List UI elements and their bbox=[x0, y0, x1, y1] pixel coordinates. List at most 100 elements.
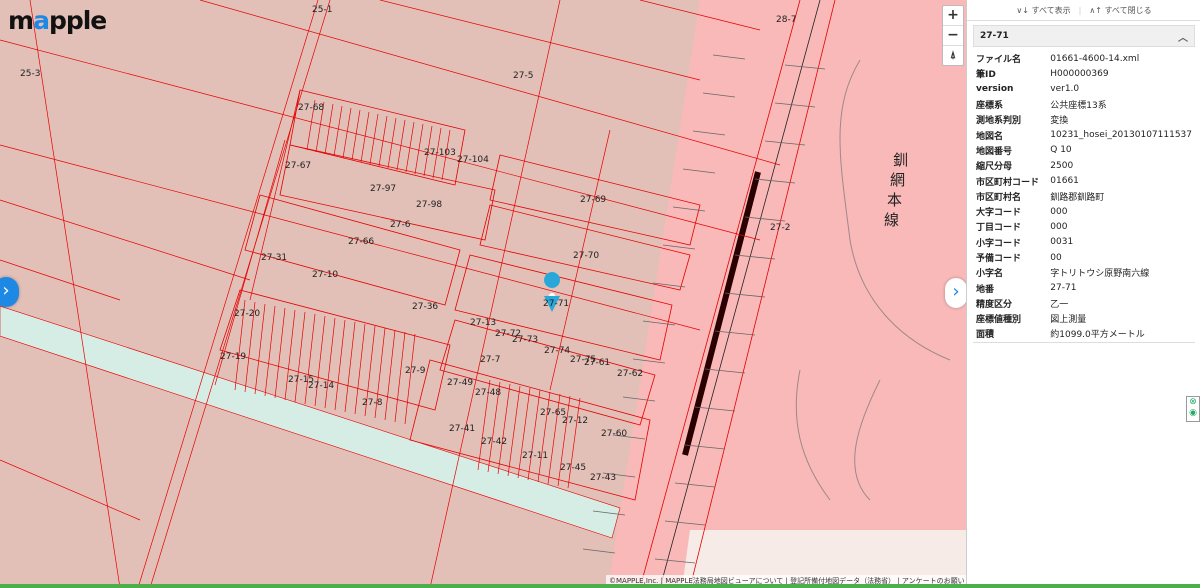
railway-zone bbox=[608, 0, 966, 588]
parcel-label[interactable]: 27-8 bbox=[362, 398, 383, 408]
parcel-label[interactable]: 27-6 bbox=[390, 220, 411, 230]
attribute-key: 小字名 bbox=[976, 269, 1004, 280]
attribute-value: 01661-4600-14.xml bbox=[1050, 53, 1140, 64]
parcel-label[interactable]: 27-14 bbox=[308, 381, 334, 391]
parcel-label[interactable]: 27-9 bbox=[405, 366, 426, 376]
attribute-row: 縮尺分母 2500 bbox=[973, 158, 1195, 173]
attribute-row: 丁目コード 000 bbox=[973, 219, 1195, 234]
parcel-label[interactable]: 27-61 bbox=[584, 358, 610, 368]
parcel-label[interactable]: 27-41 bbox=[449, 424, 475, 434]
target-icon[interactable]: ◉ bbox=[1187, 408, 1199, 419]
parcel-label[interactable]: 27-49 bbox=[447, 378, 473, 388]
attribute-row: 大字コード 000 bbox=[973, 204, 1195, 219]
parcel-section-header[interactable]: 27-71 ︿ bbox=[973, 25, 1195, 47]
zoom-control: + − ⍋ bbox=[942, 5, 964, 66]
attribute-key: 地図番号 bbox=[976, 146, 1013, 157]
attribute-row: 市区町村コード 01661 bbox=[973, 173, 1195, 188]
attribute-key: 地番 bbox=[976, 284, 995, 295]
parcel-label[interactable]: 25-1 bbox=[312, 5, 332, 15]
parcel-label[interactable]: 27-10 bbox=[312, 270, 338, 280]
attribute-value: 10231_hosei_20130107111537 bbox=[1050, 130, 1192, 141]
attribute-row: 地図番号 Q 10 bbox=[973, 143, 1195, 158]
zoom-out-button[interactable]: − bbox=[943, 26, 963, 46]
attribute-key: 小字コード bbox=[976, 238, 1022, 249]
attribute-value: Q 10 bbox=[1050, 145, 1072, 156]
parcel-label[interactable]: 27-2 bbox=[770, 223, 790, 233]
section-title: 27-71 bbox=[980, 31, 1009, 41]
close-icon[interactable]: ⊗ bbox=[1187, 397, 1199, 408]
attribute-key: version bbox=[976, 84, 1014, 95]
attribute-row: 筆ID H000000369 bbox=[973, 66, 1195, 81]
parcel-label[interactable]: 27-71 bbox=[543, 299, 569, 309]
parcel-label[interactable]: 27-42 bbox=[481, 437, 507, 447]
parcel-label[interactable]: 27-11 bbox=[522, 451, 548, 461]
attribute-key: 精度区分 bbox=[976, 299, 1013, 310]
parcel-label[interactable]: 27-67 bbox=[285, 161, 311, 171]
parcel-label[interactable]: 27-36 bbox=[412, 302, 438, 312]
parcel-label[interactable]: 25-3 bbox=[20, 69, 40, 79]
attribute-row: 予備コード 00 bbox=[973, 250, 1195, 265]
parcel-label[interactable]: 27-48 bbox=[475, 388, 501, 398]
parcel-label[interactable]: 27-62 bbox=[617, 369, 643, 379]
attribute-value: 図上測量 bbox=[1050, 315, 1087, 326]
parcel-label[interactable]: 27-68 bbox=[298, 103, 324, 113]
attribute-key: 縮尺分母 bbox=[976, 162, 1013, 173]
parcel-label[interactable]: 27-13 bbox=[470, 318, 496, 328]
parcel-label[interactable]: 27-20 bbox=[234, 309, 260, 319]
edge-controls[interactable]: ⊗ ◉ bbox=[1186, 396, 1200, 422]
parcel-label[interactable]: 27-43 bbox=[590, 473, 616, 483]
attribute-row: 面積 約1099.0平方メートル bbox=[973, 326, 1195, 342]
mapple-logo: mapple bbox=[8, 6, 107, 35]
attribute-row: 地図名 10231_hosei_20130107111537 bbox=[973, 127, 1195, 142]
info-panel: ∨↓ すべて表示 | ∧↑ すべて閉じる 27-71 ︿ ファイル名 01661-… bbox=[966, 0, 1200, 588]
attribute-row: 座標系 公共座標13系 bbox=[973, 97, 1195, 112]
attribute-row: 測地系判別 変換 bbox=[973, 112, 1195, 127]
attribute-value: H000000369 bbox=[1050, 68, 1109, 79]
attribute-value: 変換 bbox=[1050, 116, 1069, 127]
attribute-value: ver1.0 bbox=[1050, 84, 1080, 95]
attribute-value: 字トリトウシ原野南六線 bbox=[1050, 269, 1150, 280]
parcel-map-svg[interactable]: 25-1 25-3 27-5 28-7 27-68 27-10427-103 27-67 27… bbox=[0, 0, 966, 588]
right-panel-toggle-button[interactable]: › bbox=[945, 278, 966, 308]
parcel-label[interactable]: 27-104 bbox=[457, 155, 489, 165]
chevron-up-icon[interactable]: ︿ bbox=[1178, 29, 1188, 44]
parcel-label[interactable]: 27-7 bbox=[480, 355, 500, 365]
parcel-label[interactable]: 27-74 bbox=[544, 346, 570, 356]
attribute-value: 2500 bbox=[1050, 160, 1074, 171]
attribute-row: 小字コード 0031 bbox=[973, 235, 1195, 250]
attribute-key: 筆ID bbox=[976, 70, 996, 81]
attribute-key: 地図名 bbox=[976, 131, 1004, 142]
parcel-label[interactable]: 27-5 bbox=[513, 71, 533, 81]
parcel-label[interactable]: 27-70 bbox=[573, 251, 599, 261]
map-canvas[interactable]: 25-1 25-3 27-5 28-7 27-68 27-104 27-103 27-67 27… bbox=[0, 0, 966, 588]
parcel-label[interactable]: 27-103 bbox=[424, 148, 456, 158]
parcel-label[interactable]: 27-73 bbox=[512, 335, 538, 345]
parcel-label[interactable]: 27-60 bbox=[601, 429, 627, 439]
zoom-in-button[interactable]: + bbox=[943, 6, 963, 26]
attribute-key: 市区町村コード bbox=[976, 177, 1040, 188]
attribute-row: 地番 27-71 bbox=[973, 280, 1195, 295]
reset-north-button[interactable]: ⍋ bbox=[943, 46, 963, 65]
parcel-label[interactable]: 27-69 bbox=[580, 195, 606, 205]
attribute-row: ファイル名 01661-4600-14.xml bbox=[973, 51, 1195, 66]
parcel-label[interactable]: 27-97 bbox=[370, 184, 396, 194]
parcel-label[interactable]: 28-7 bbox=[776, 15, 796, 25]
attribute-row: 精度区分 乙一 bbox=[973, 296, 1195, 311]
attribute-key: 市区町村名 bbox=[976, 192, 1022, 203]
attribute-value: 約1099.0平方メートル bbox=[1050, 330, 1145, 341]
parcel-label[interactable]: 27-66 bbox=[348, 237, 374, 247]
attribute-value: 公共座標13系 bbox=[1050, 101, 1107, 112]
attribute-row: 座標値種別 図上測量 bbox=[973, 311, 1195, 326]
parcel-label[interactable]: 27-45 bbox=[560, 463, 586, 473]
parcel-label[interactable]: 27-12 bbox=[562, 416, 588, 426]
attribute-value: 釧路郡釧路町 bbox=[1050, 192, 1105, 203]
parcel-label[interactable]: 27-19 bbox=[220, 352, 246, 362]
attribute-value: 000 bbox=[1050, 221, 1068, 232]
attribute-row: 小字名 字トリトウシ原野南六線 bbox=[973, 265, 1195, 280]
attribute-key: 大字コード bbox=[976, 208, 1022, 219]
attribute-key: 面積 bbox=[976, 330, 995, 341]
collapse-all-link[interactable]: ∧↑ すべて閉じる bbox=[1089, 5, 1151, 16]
parcel-label[interactable]: 27-31 bbox=[261, 253, 287, 263]
parcel-label[interactable]: 27-98 bbox=[416, 200, 442, 210]
expand-all-link[interactable]: ∨↓ すべて表示 bbox=[1016, 5, 1070, 16]
